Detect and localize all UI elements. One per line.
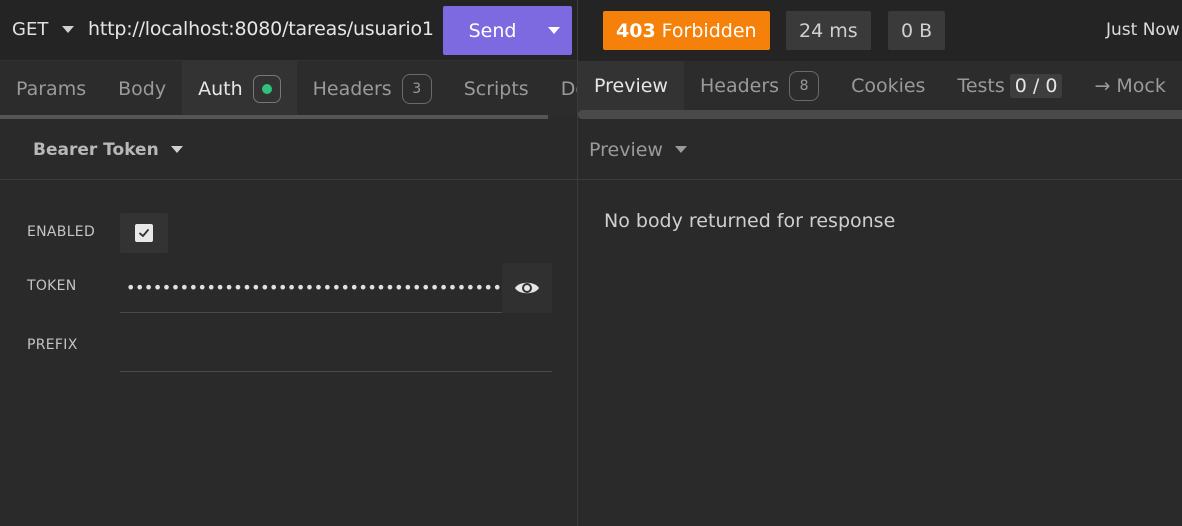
send-button[interactable]: Send: [443, 20, 536, 42]
tab-label: Params: [16, 78, 87, 100]
response-headers-count-badge: 8: [789, 71, 820, 101]
method-label: GET: [12, 19, 49, 40]
tab-docs[interactable]: Docs: [545, 61, 577, 117]
tab-body[interactable]: Body: [102, 61, 182, 117]
response-pane: 403 Forbidden 24 ms 0 B Just Now Preview…: [578, 0, 1182, 526]
tab-cookies[interactable]: Cookies: [835, 61, 941, 111]
enabled-label: ENABLED: [27, 224, 96, 240]
method-selector[interactable]: GET: [12, 19, 75, 40]
request-tabs: Params Body Auth Headers 3 Scripts Docs: [0, 61, 577, 117]
tab-label: Docs: [560, 78, 577, 100]
chevron-down-icon: [62, 26, 75, 33]
tab-label: Scripts: [463, 78, 529, 100]
tab-label: Cookies: [851, 75, 926, 97]
response-time-badge: 24 ms: [786, 11, 871, 50]
headers-count-badge: 3: [401, 74, 432, 104]
response-tabs-scrollbar[interactable]: [578, 110, 1182, 119]
tab-label: Headers: [699, 75, 780, 97]
chevron-down-icon: [674, 146, 687, 153]
status-code: 403: [616, 19, 656, 42]
app-window: GET http://localhost:8080/tareas/usuario…: [0, 0, 1182, 526]
tab-tests[interactable]: Tests 0 / 0: [941, 61, 1078, 111]
tab-scripts[interactable]: Scripts: [448, 61, 545, 117]
check-icon: [139, 229, 149, 237]
tab-params[interactable]: Params: [0, 61, 102, 117]
tab-mock[interactable]: → Mock: [1078, 61, 1181, 111]
empty-response-message: No body returned for response: [604, 210, 896, 232]
tab-label: Auth: [198, 78, 243, 100]
checkbox-box: [135, 224, 153, 242]
tab-label: Preview: [594, 75, 668, 97]
tests-score-badge: 0 / 0: [1009, 74, 1063, 98]
chevron-down-icon: [170, 146, 183, 153]
send-options-button[interactable]: [536, 6, 572, 55]
tabs-scrollbar[interactable]: [0, 115, 548, 119]
response-timestamp[interactable]: Just Now: [1106, 20, 1180, 40]
tab-preview[interactable]: Preview: [578, 61, 684, 111]
tab-headers[interactable]: Headers 3: [297, 61, 448, 117]
send-button-group: Send: [443, 6, 572, 55]
preview-mode-label: Preview: [589, 138, 663, 161]
token-label: TOKEN: [27, 278, 77, 294]
token-input[interactable]: ••••••••••••••••••••••••••••••••••••••••…: [120, 263, 502, 313]
response-status-bar: 403 Forbidden 24 ms 0 B Just Now: [578, 0, 1182, 61]
tab-label: → Mock: [1094, 75, 1166, 97]
prefix-label: PREFIX: [27, 337, 78, 353]
url-input[interactable]: http://localhost:8080/tareas/usuario1: [88, 18, 434, 40]
status-dot-icon: [261, 84, 272, 94]
url-bar: GET http://localhost:8080/tareas/usuario…: [0, 0, 577, 61]
tab-response-headers[interactable]: Headers 8: [684, 61, 835, 111]
auth-active-indicator: [252, 75, 281, 103]
tab-auth[interactable]: Auth: [182, 61, 297, 117]
preview-mode-selector[interactable]: Preview: [578, 120, 1182, 180]
response-tabs: Preview Headers 8 Cookies Tests 0 / 0 → …: [578, 61, 1182, 111]
request-pane: GET http://localhost:8080/tareas/usuario…: [0, 0, 577, 526]
eye-icon: [515, 282, 539, 294]
auth-type-selector[interactable]: Bearer Token: [0, 120, 577, 180]
response-size-badge: 0 B: [888, 11, 946, 50]
tab-label: Tests: [957, 75, 1005, 97]
prefix-input[interactable]: [120, 322, 552, 372]
auth-type-label: Bearer Token: [33, 139, 159, 160]
tab-label: Headers: [312, 78, 392, 100]
status-badge: 403 Forbidden: [603, 11, 770, 50]
reveal-token-button[interactable]: [502, 263, 552, 313]
status-text: Forbidden: [661, 19, 757, 42]
chevron-down-icon: [548, 27, 560, 34]
enabled-checkbox[interactable]: [120, 213, 168, 253]
tab-label: Body: [118, 78, 167, 100]
